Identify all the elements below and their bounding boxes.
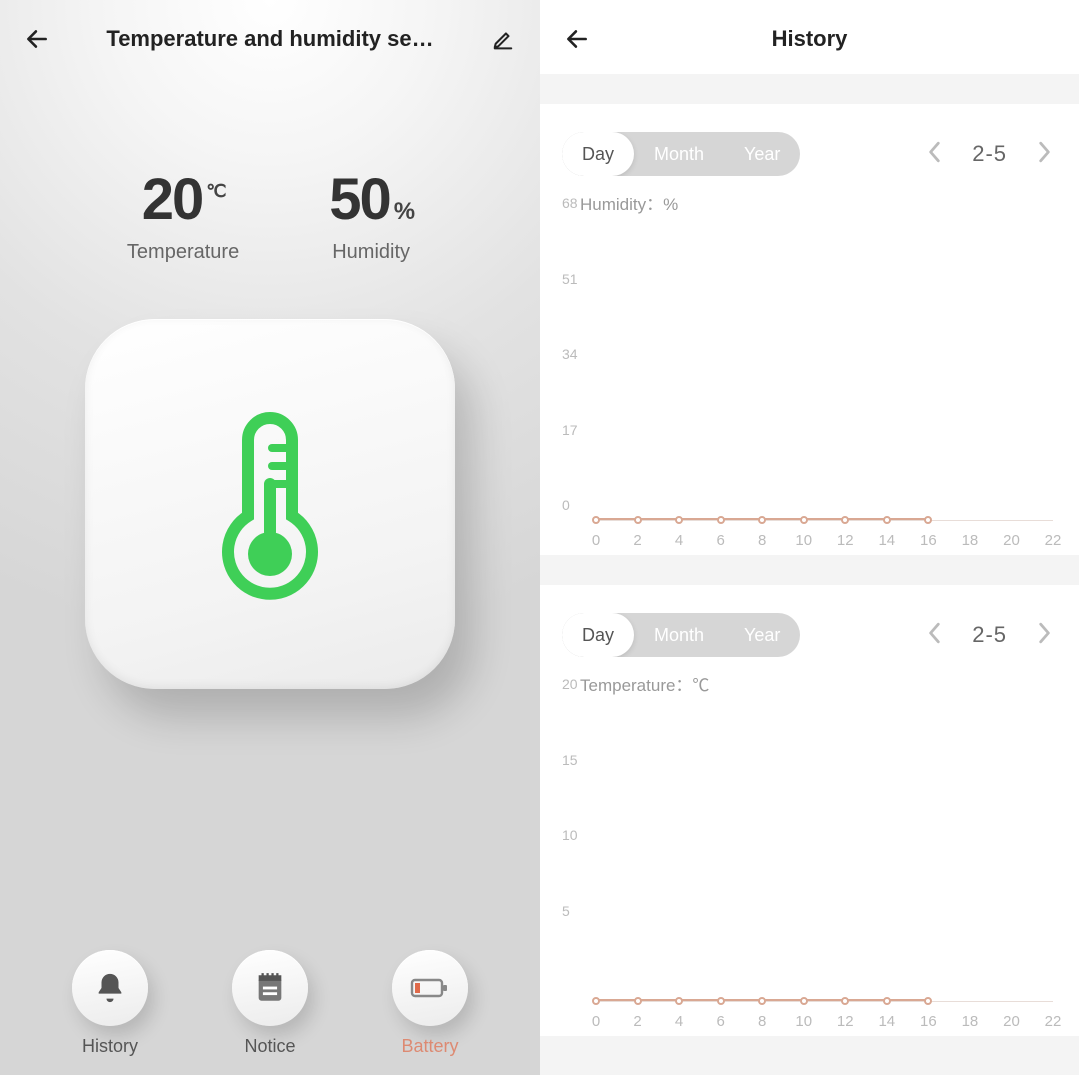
nav-notice-label: Notice — [232, 1036, 308, 1057]
current-date-temperature: 2-5 — [972, 622, 1007, 648]
humidity-label: Humidity — [329, 241, 413, 264]
humidity-value: 50 — [329, 166, 390, 233]
temperature-series-label: Temperature：℃ — [580, 671, 1057, 696]
prev-day-button-t[interactable] — [922, 618, 948, 653]
pencil-icon — [492, 28, 514, 50]
seg-day[interactable]: Day — [562, 132, 634, 176]
temperature-label: Temperature — [127, 241, 239, 264]
temperature-card: Day Month Year 2-5 Temperature：℃ 2015105… — [540, 585, 1079, 1036]
nav-notice-circle — [232, 950, 308, 1026]
arrow-left-icon — [24, 26, 50, 52]
chevron-right-icon — [1037, 141, 1051, 163]
next-day-button[interactable] — [1031, 137, 1057, 172]
temperature-value: 20 — [142, 166, 203, 233]
range-segmented-temperature: Day Month Year — [562, 613, 800, 657]
nav-battery[interactable]: Battery — [392, 950, 468, 1057]
arrow-left-icon — [564, 26, 590, 52]
seg-month[interactable]: Month — [634, 132, 724, 176]
chevron-right-icon — [1037, 622, 1051, 644]
prev-day-button[interactable] — [922, 137, 948, 172]
chevron-left-icon — [928, 141, 942, 163]
chevron-left-icon — [928, 622, 942, 644]
sensor-tile[interactable] — [85, 319, 455, 689]
nav-history[interactable]: History — [72, 950, 148, 1057]
range-segmented-humidity: Day Month Year — [562, 132, 800, 176]
history-back-button[interactable] — [560, 22, 594, 56]
humidity-unit: % — [394, 198, 413, 226]
back-button[interactable] — [20, 22, 54, 56]
temperature-unit: ℃ — [206, 181, 224, 202]
sensor-tile-wrap — [0, 319, 540, 689]
thermometer-icon — [210, 404, 330, 604]
bottom-nav: History Notice Battery — [0, 950, 540, 1057]
nav-battery-label: Battery — [392, 1036, 468, 1057]
readings: 20 ℃ Temperature 50 % Humidity — [0, 166, 540, 264]
history-title: History — [594, 26, 1025, 52]
seg-month-t[interactable]: Month — [634, 613, 724, 657]
bell-icon — [93, 971, 127, 1005]
battery-icon — [410, 974, 450, 1002]
humidity-reading: 50 % Humidity — [329, 166, 413, 264]
current-date-humidity: 2-5 — [972, 141, 1007, 167]
nav-history-circle — [72, 950, 148, 1026]
nav-history-label: History — [72, 1036, 148, 1057]
seg-year-t[interactable]: Year — [724, 613, 800, 657]
sensor-screen: Temperature and humidity se… 20 ℃ Temper… — [0, 0, 540, 1075]
humidity-card: Day Month Year 2-5 Humidity：% 685134170 … — [540, 104, 1079, 555]
temperature-chart: 2015105 0246810121416182022 — [562, 700, 1057, 1030]
seg-year[interactable]: Year — [724, 132, 800, 176]
notepad-icon — [253, 971, 287, 1005]
page-title: Temperature and humidity se… — [54, 26, 486, 52]
seg-day-t[interactable]: Day — [562, 613, 634, 657]
left-header: Temperature and humidity se… — [0, 0, 540, 66]
right-header: History — [540, 0, 1079, 74]
nav-battery-circle — [392, 950, 468, 1026]
humidity-chart: 685134170 0246810121416182022 — [562, 219, 1057, 549]
nav-notice[interactable]: Notice — [232, 950, 308, 1057]
edit-button[interactable] — [486, 22, 520, 56]
date-pager-temperature: 2-5 — [922, 618, 1057, 653]
humidity-series-label: Humidity：% — [580, 190, 1057, 215]
temperature-reading: 20 ℃ Temperature — [127, 166, 239, 264]
next-day-button-t[interactable] — [1031, 618, 1057, 653]
history-screen: History Day Month Year 2-5 Humidity：% 68… — [540, 0, 1079, 1075]
date-pager-humidity: 2-5 — [922, 137, 1057, 172]
